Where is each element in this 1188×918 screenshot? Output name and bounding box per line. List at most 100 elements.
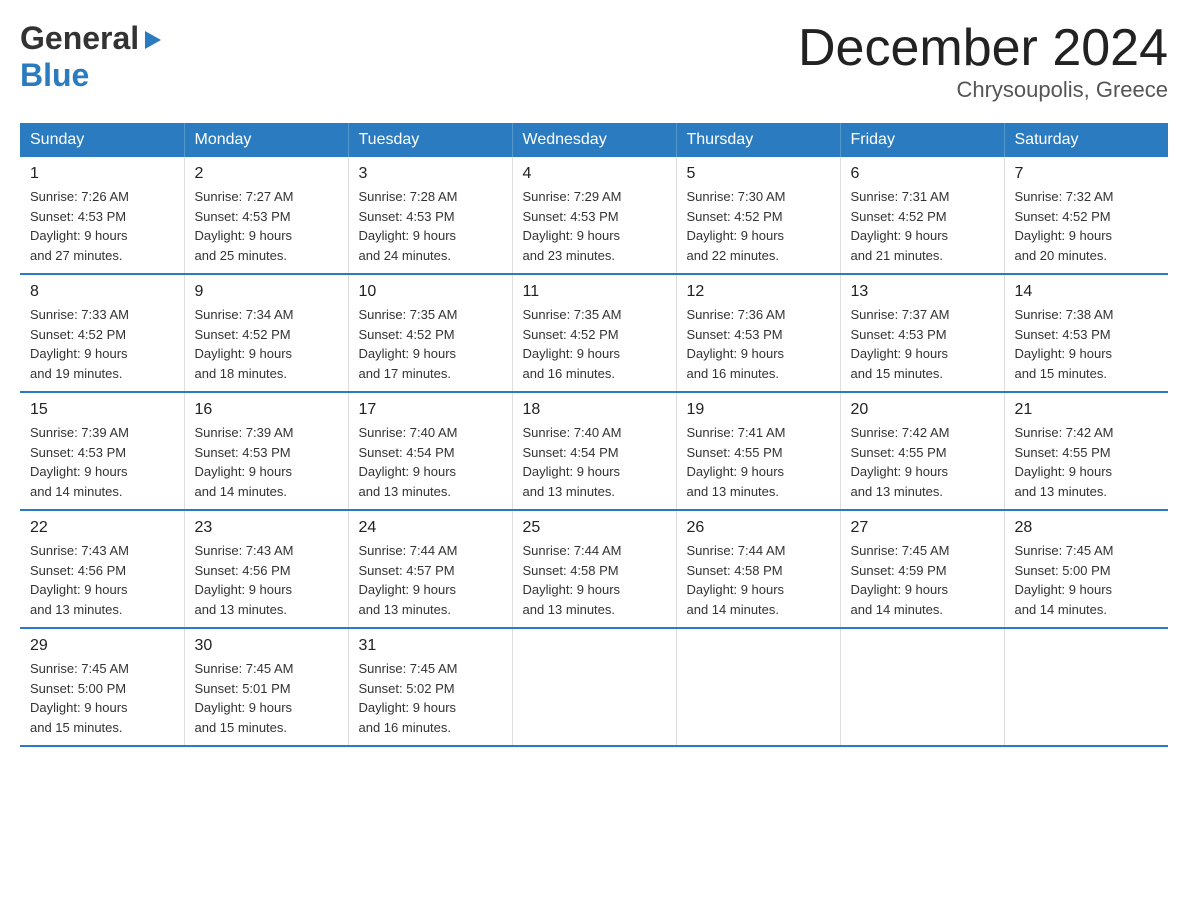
day-number: 6 (851, 165, 994, 183)
day-info: Sunrise: 7:36 AMSunset: 4:53 PMDaylight:… (687, 305, 830, 383)
table-row (840, 628, 1004, 746)
day-number: 21 (1015, 401, 1159, 419)
day-info: Sunrise: 7:45 AMSunset: 5:01 PMDaylight:… (195, 659, 338, 737)
header-sunday: Sunday (20, 123, 184, 157)
table-row: 12 Sunrise: 7:36 AMSunset: 4:53 PMDayligh… (676, 274, 840, 392)
day-info: Sunrise: 7:41 AMSunset: 4:55 PMDaylight:… (687, 423, 830, 501)
day-number: 29 (30, 637, 174, 655)
table-row: 13 Sunrise: 7:37 AMSunset: 4:53 PMDayligh… (840, 274, 1004, 392)
day-number: 20 (851, 401, 994, 419)
day-info: Sunrise: 7:26 AMSunset: 4:53 PMDaylight:… (30, 187, 174, 265)
table-row: 4 Sunrise: 7:29 AMSunset: 4:53 PMDaylight… (512, 157, 676, 274)
day-info: Sunrise: 7:29 AMSunset: 4:53 PMDaylight:… (523, 187, 666, 265)
day-info: Sunrise: 7:30 AMSunset: 4:52 PMDaylight:… (687, 187, 830, 265)
day-number: 2 (195, 165, 338, 183)
day-info: Sunrise: 7:35 AMSunset: 4:52 PMDaylight:… (359, 305, 502, 383)
table-row: 15 Sunrise: 7:39 AMSunset: 4:53 PMDayligh… (20, 392, 184, 510)
table-row: 2Sunrise: 7:27 AMSunset: 4:53 PMDaylight… (184, 157, 348, 274)
day-info: Sunrise: 7:33 AMSunset: 4:52 PMDaylight:… (30, 305, 174, 383)
table-row: 21 Sunrise: 7:42 AMSunset: 4:55 PMDayligh… (1004, 392, 1168, 510)
table-row (512, 628, 676, 746)
day-info: Sunrise: 7:39 AMSunset: 4:53 PMDaylight:… (195, 423, 338, 501)
day-number: 12 (687, 283, 830, 301)
table-row: 14 Sunrise: 7:38 AMSunset: 4:53 PMDayligh… (1004, 274, 1168, 392)
calendar-week-row: 22 Sunrise: 7:43 AMSunset: 4:56 PMDayligh… (20, 510, 1168, 628)
table-row: 10 Sunrise: 7:35 AMSunset: 4:52 PMDayligh… (348, 274, 512, 392)
header-tuesday: Tuesday (348, 123, 512, 157)
day-number: 25 (523, 519, 666, 537)
day-number: 27 (851, 519, 994, 537)
day-info: Sunrise: 7:37 AMSunset: 4:53 PMDaylight:… (851, 305, 994, 383)
table-row (1004, 628, 1168, 746)
table-row: 28 Sunrise: 7:45 AMSunset: 5:00 PMDayligh… (1004, 510, 1168, 628)
calendar-table: Sunday Monday Tuesday Wednesday Thursday… (20, 123, 1168, 747)
day-number: 19 (687, 401, 830, 419)
day-number: 9 (195, 283, 338, 301)
day-number: 5 (687, 165, 830, 183)
day-number: 22 (30, 519, 174, 537)
table-row: 16Sunrise: 7:39 AMSunset: 4:53 PMDayligh… (184, 392, 348, 510)
title-block: December 2024 Chrysoupolis, Greece (798, 20, 1168, 103)
calendar-subtitle: Chrysoupolis, Greece (798, 77, 1168, 103)
header-thursday: Thursday (676, 123, 840, 157)
day-info: Sunrise: 7:28 AMSunset: 4:53 PMDaylight:… (359, 187, 502, 265)
day-number: 10 (359, 283, 502, 301)
day-number: 28 (1015, 519, 1159, 537)
day-info: Sunrise: 7:45 AMSunset: 4:59 PMDaylight:… (851, 541, 994, 619)
day-info: Sunrise: 7:42 AMSunset: 4:55 PMDaylight:… (851, 423, 994, 501)
day-info: Sunrise: 7:35 AMSunset: 4:52 PMDaylight:… (523, 305, 666, 383)
day-number: 31 (359, 637, 502, 655)
table-row: 19 Sunrise: 7:41 AMSunset: 4:55 PMDayligh… (676, 392, 840, 510)
day-info: Sunrise: 7:44 AMSunset: 4:58 PMDaylight:… (687, 541, 830, 619)
day-info: Sunrise: 7:38 AMSunset: 4:53 PMDaylight:… (1015, 305, 1159, 383)
table-row: 30 Sunrise: 7:45 AMSunset: 5:01 PMDayligh… (184, 628, 348, 746)
day-info: Sunrise: 7:34 AMSunset: 4:52 PMDaylight:… (195, 305, 338, 383)
day-number: 14 (1015, 283, 1159, 301)
day-number: 3 (359, 165, 502, 183)
day-info: Sunrise: 7:40 AMSunset: 4:54 PMDaylight:… (359, 423, 502, 501)
header-saturday: Saturday (1004, 123, 1168, 157)
table-row: 7Sunrise: 7:32 AMSunset: 4:52 PMDaylight… (1004, 157, 1168, 274)
calendar-week-row: 15 Sunrise: 7:39 AMSunset: 4:53 PMDayligh… (20, 392, 1168, 510)
table-row: 25 Sunrise: 7:44 AMSunset: 4:58 PMDayligh… (512, 510, 676, 628)
table-row: 1 Sunrise: 7:26 AMSunset: 4:53 PMDaylight… (20, 157, 184, 274)
day-number: 26 (687, 519, 830, 537)
day-number: 23 (195, 519, 338, 537)
table-row: 8 Sunrise: 7:33 AMSunset: 4:52 PMDaylight… (20, 274, 184, 392)
header-monday: Monday (184, 123, 348, 157)
day-info: Sunrise: 7:39 AMSunset: 4:53 PMDaylight:… (30, 423, 174, 501)
day-info: Sunrise: 7:43 AMSunset: 4:56 PMDaylight:… (30, 541, 174, 619)
calendar-week-row: 8 Sunrise: 7:33 AMSunset: 4:52 PMDaylight… (20, 274, 1168, 392)
table-row: 6 Sunrise: 7:31 AMSunset: 4:52 PMDaylight… (840, 157, 1004, 274)
day-info: Sunrise: 7:42 AMSunset: 4:55 PMDaylight:… (1015, 423, 1159, 501)
table-row: 27 Sunrise: 7:45 AMSunset: 4:59 PMDayligh… (840, 510, 1004, 628)
calendar-title: December 2024 (798, 20, 1168, 77)
calendar-week-row: 29Sunrise: 7:45 AMSunset: 5:00 PMDayligh… (20, 628, 1168, 746)
table-row: 31Sunrise: 7:45 AMSunset: 5:02 PMDayligh… (348, 628, 512, 746)
logo-arrow-icon (141, 29, 163, 51)
day-info: Sunrise: 7:45 AMSunset: 5:00 PMDaylight:… (1015, 541, 1159, 619)
calendar-week-row: 1 Sunrise: 7:26 AMSunset: 4:53 PMDaylight… (20, 157, 1168, 274)
day-number: 17 (359, 401, 502, 419)
table-row: 22 Sunrise: 7:43 AMSunset: 4:56 PMDayligh… (20, 510, 184, 628)
day-info: Sunrise: 7:44 AMSunset: 4:57 PMDaylight:… (359, 541, 502, 619)
table-row: 29Sunrise: 7:45 AMSunset: 5:00 PMDayligh… (20, 628, 184, 746)
day-number: 15 (30, 401, 174, 419)
day-number: 1 (30, 165, 174, 183)
table-row: 20 Sunrise: 7:42 AMSunset: 4:55 PMDayligh… (840, 392, 1004, 510)
day-info: Sunrise: 7:32 AMSunset: 4:52 PMDaylight:… (1015, 187, 1159, 265)
day-number: 24 (359, 519, 502, 537)
day-number: 13 (851, 283, 994, 301)
day-number: 8 (30, 283, 174, 301)
table-row: 26 Sunrise: 7:44 AMSunset: 4:58 PMDayligh… (676, 510, 840, 628)
table-row: 23 Sunrise: 7:43 AMSunset: 4:56 PMDayligh… (184, 510, 348, 628)
day-number: 30 (195, 637, 338, 655)
day-info: Sunrise: 7:31 AMSunset: 4:52 PMDaylight:… (851, 187, 994, 265)
day-number: 4 (523, 165, 666, 183)
table-row (676, 628, 840, 746)
table-row: 3 Sunrise: 7:28 AMSunset: 4:53 PMDaylight… (348, 157, 512, 274)
day-info: Sunrise: 7:43 AMSunset: 4:56 PMDaylight:… (195, 541, 338, 619)
table-row: 17 Sunrise: 7:40 AMSunset: 4:54 PMDayligh… (348, 392, 512, 510)
day-info: Sunrise: 7:44 AMSunset: 4:58 PMDaylight:… (523, 541, 666, 619)
table-row: 24 Sunrise: 7:44 AMSunset: 4:57 PMDayligh… (348, 510, 512, 628)
